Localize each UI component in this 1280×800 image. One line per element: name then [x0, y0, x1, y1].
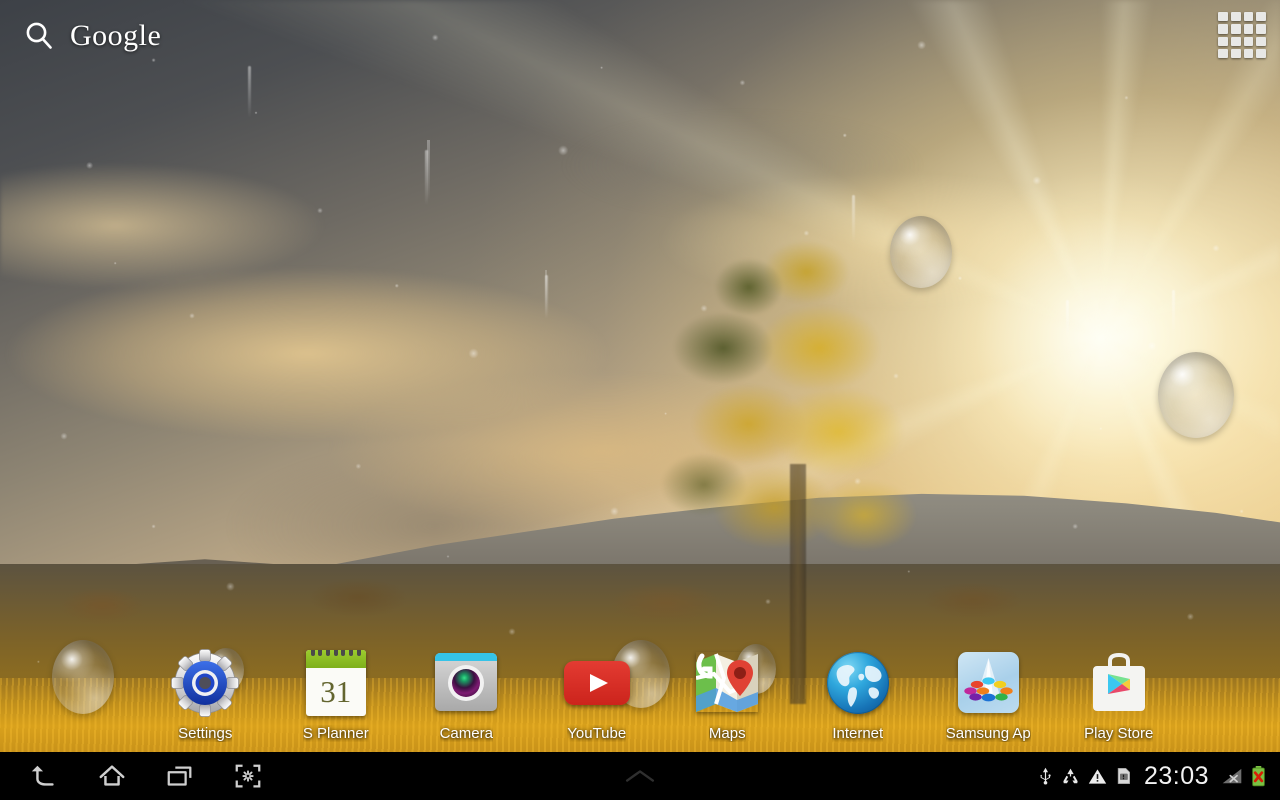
navigation-bar: 23:03: [0, 752, 1280, 800]
app-label: S Planner: [302, 725, 369, 742]
home-screen: Google Settings 31 S Planner Camera YouT…: [0, 0, 1280, 800]
app-shortcut-maps[interactable]: Maps: [662, 632, 793, 742]
warning-icon: [1088, 767, 1107, 786]
settings-gear-icon: [169, 647, 241, 719]
home-icon[interactable]: [92, 756, 132, 796]
app-label: Internet: [832, 725, 884, 742]
app-shortcut-row: Settings 31 S Planner Camera YouTube Map…: [140, 632, 1184, 742]
app-label: Settings: [178, 725, 233, 742]
large-water-droplet: [52, 640, 114, 714]
app-shortcut-internet[interactable]: Internet: [793, 632, 924, 742]
app-shortcut-samsung-apps[interactable]: Samsung Ap: [923, 632, 1054, 742]
recents-icon[interactable]: [160, 756, 200, 796]
apps-grid-cell: [1230, 48, 1241, 58]
apps-grid-cell: [1256, 24, 1266, 34]
google-search-label: Google: [70, 19, 162, 52]
app-label: Samsung Ap: [945, 725, 1031, 742]
water-streak: [1172, 290, 1175, 336]
back-arrow-icon[interactable]: [24, 756, 64, 796]
water-streak: [1066, 300, 1069, 340]
apps-grid-cell: [1230, 24, 1241, 34]
app-label: Camera: [439, 725, 493, 742]
sim-card-alert-icon: [1115, 766, 1132, 786]
app-shortcut-s-planner[interactable]: 31 S Planner: [271, 632, 402, 742]
apps-grid-cell: [1218, 48, 1228, 58]
apps-grid-cell: [1218, 24, 1228, 34]
apps-grid-cell: [1218, 12, 1228, 22]
app-shortcut-play-store[interactable]: Play Store: [1054, 632, 1185, 742]
calendar-header: [305, 650, 366, 668]
apps-grid-cell: [1243, 24, 1254, 34]
nav-buttons: [0, 752, 268, 800]
large-water-droplet: [890, 216, 952, 288]
water-streak: [545, 275, 548, 319]
usb-icon: [1038, 766, 1053, 786]
apps-grid-cell: [1243, 36, 1254, 46]
calendar-day-number: 31: [320, 674, 352, 709]
play-store-icon: [1083, 647, 1155, 719]
app-label: Play Store: [1084, 725, 1154, 742]
water-streak: [852, 195, 855, 243]
battery-error-icon: [1251, 765, 1266, 787]
status-clock: 23:03: [1143, 761, 1209, 790]
calendar-rings: [306, 650, 366, 656]
app-shortcut-settings[interactable]: Settings: [140, 632, 271, 742]
apps-grid-cell: [1243, 48, 1254, 58]
app-label: YouTube: [567, 725, 627, 742]
screen-capture-icon[interactable]: [228, 756, 268, 796]
camera-icon: [430, 647, 502, 719]
water-streak: [248, 66, 251, 118]
camera-lens: [448, 665, 485, 702]
camera-top-strip: [435, 653, 498, 661]
app-shortcut-camera[interactable]: Camera: [401, 632, 532, 742]
chevron-up-icon[interactable]: [616, 752, 664, 800]
apps-grid-cell: [1256, 48, 1266, 58]
app-label: Maps: [708, 725, 746, 742]
maps-icon: [691, 647, 763, 719]
calendar-icon: 31: [300, 647, 372, 719]
water-streak: [425, 150, 428, 206]
google-search-widget[interactable]: Google: [10, 10, 173, 62]
recycle-icon: [1061, 767, 1080, 786]
apps-grid-cell: [1218, 36, 1228, 46]
apps-grid-cell: [1230, 12, 1241, 22]
signal-off-icon: [1221, 767, 1243, 786]
search-icon: [22, 19, 56, 53]
apps-grid-cell: [1243, 12, 1254, 22]
app-shortcut-youtube[interactable]: YouTube: [532, 632, 663, 742]
apps-grid-icon[interactable]: [1218, 12, 1266, 58]
samsung-apps-icon: [952, 647, 1024, 719]
apps-grid-cell: [1230, 36, 1241, 46]
apps-grid-cell: [1256, 36, 1266, 46]
large-water-droplet: [1158, 352, 1234, 438]
youtube-icon: [561, 647, 633, 719]
apps-grid-cell: [1256, 12, 1266, 22]
globe-icon: [822, 647, 894, 719]
status-bar[interactable]: 23:03: [1038, 752, 1272, 800]
